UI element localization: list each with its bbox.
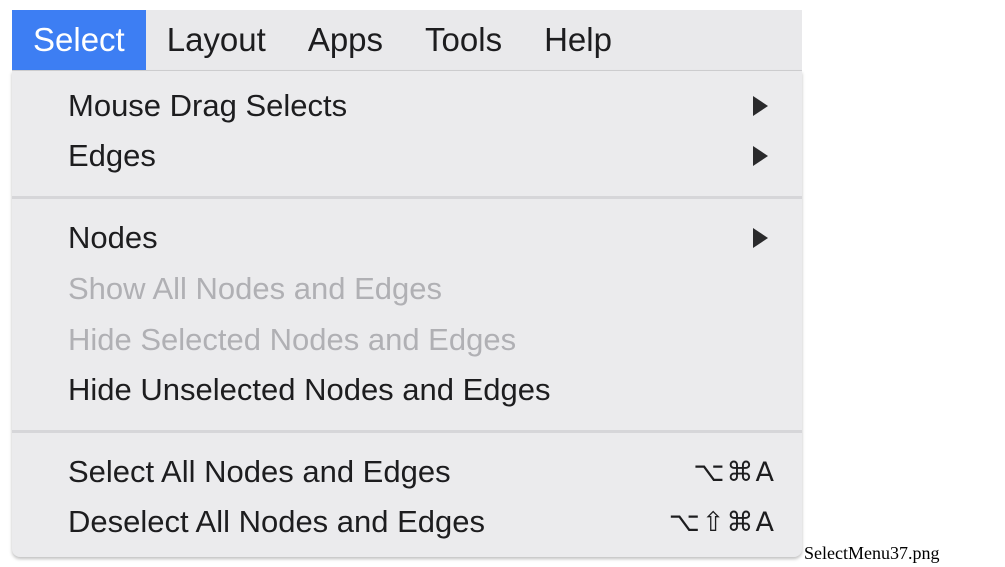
menu-item-label: Hide Unselected Nodes and Edges [68,372,551,407]
menu-item-label: Nodes [68,220,158,255]
menu-item-label: Show All Nodes and Edges [68,271,442,306]
menu-item-hide-selected-nodes-and-edges: Hide Selected Nodes and Edges [12,316,802,364]
select-dropdown-menu: Mouse Drag Selects Edges Nodes Show All … [12,71,802,557]
image-caption: SelectMenu37.png [804,543,940,563]
menu-layout[interactable]: Layout [146,10,287,70]
menu-help[interactable]: Help [523,10,633,70]
menu-item-label: Mouse Drag Selects [68,88,348,123]
menu-item-mouse-drag-selects[interactable]: Mouse Drag Selects [12,82,802,130]
submenu-arrow-icon [753,146,768,166]
submenu-arrow-icon [753,228,768,248]
menu-apps[interactable]: Apps [287,10,404,70]
menu-item-label: Deselect All Nodes and Edges [68,504,486,539]
menu-item-show-all-nodes-and-edges: Show All Nodes and Edges [12,265,802,313]
menu-item-edges[interactable]: Edges [12,132,802,180]
menu-tools[interactable]: Tools [404,10,523,70]
menu-item-hide-unselected-nodes-and-edges[interactable]: Hide Unselected Nodes and Edges [12,366,802,414]
menu-select[interactable]: Select [12,10,146,70]
menu-item-nodes[interactable]: Nodes [12,214,802,262]
screenshot: Select Layout Apps Tools Help Mouse Drag… [0,0,1005,567]
menu-item-select-all-nodes-and-edges[interactable]: Select All Nodes and Edges ⌥⌘A [12,448,802,496]
submenu-arrow-icon [753,96,768,116]
menu-separator [12,430,802,433]
menu-item-deselect-all-nodes-and-edges[interactable]: Deselect All Nodes and Edges ⌥⇧⌘A [12,498,802,546]
keyboard-shortcut: ⌥⇧⌘A [668,506,776,538]
menu-item-label: Hide Selected Nodes and Edges [68,322,517,357]
menu-item-label: Edges [68,138,156,173]
menu-item-label: Select All Nodes and Edges [68,454,451,489]
menu-separator [12,196,802,199]
menu-bar: Select Layout Apps Tools Help [12,10,802,71]
keyboard-shortcut: ⌥⌘A [693,456,776,488]
